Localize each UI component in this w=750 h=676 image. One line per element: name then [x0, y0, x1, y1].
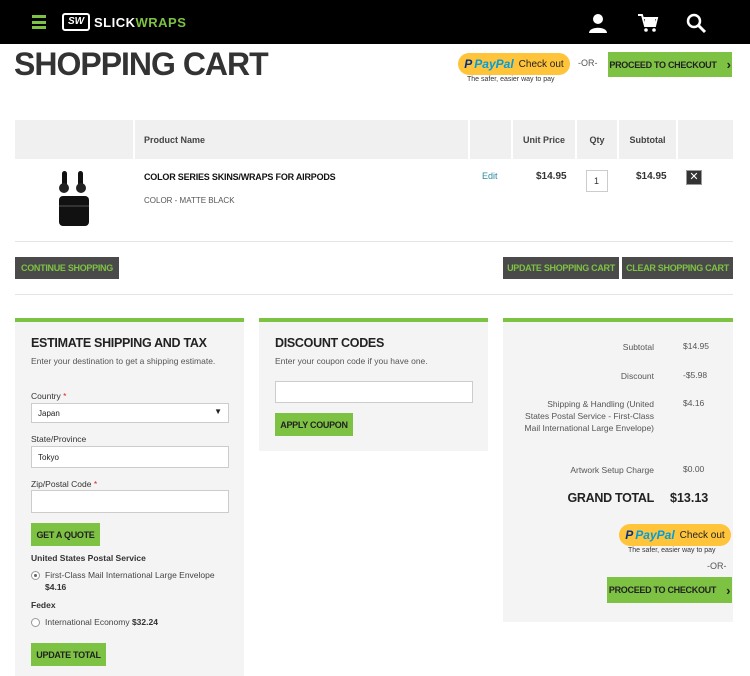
discount-intro: Enter your coupon code if you have one.: [275, 356, 428, 366]
setup-charge-label: Artwork Setup Charge: [570, 465, 654, 475]
country-label: Country *: [31, 391, 67, 401]
edit-item-link[interactable]: Edit: [482, 171, 498, 181]
chevron-right-icon: ›: [726, 57, 731, 72]
page-title: SHOPPING CART: [14, 46, 269, 82]
paypal-logo-icon: P: [464, 57, 473, 71]
shipping-handling-label: Shipping & Handling (United States Posta…: [524, 399, 654, 433]
grand-total-value: $13.13: [670, 491, 709, 505]
search-icon[interactable]: [685, 12, 707, 34]
clear-cart-button[interactable]: CLEAR SHOPPING CART: [622, 257, 733, 279]
product-option: COLOR - MATTE BLACK: [144, 196, 235, 205]
apply-coupon-button[interactable]: APPLY COUPON: [275, 413, 353, 436]
update-total-button[interactable]: UPDATE TOTAL: [31, 643, 106, 666]
dropdown-arrow-icon: ▼: [214, 407, 222, 416]
paypal-logo-icon: P: [625, 528, 634, 542]
logo-badge: SW: [62, 13, 90, 31]
carrier-usps: United States Postal Service: [31, 553, 146, 563]
or-separator: -OR-: [578, 58, 598, 68]
paypal-tagline: The safer, easier way to pay: [467, 76, 555, 83]
carrier-fedex: Fedex: [31, 600, 56, 610]
discount-value: -$5.98: [683, 370, 708, 380]
zip-label: Zip/Postal Code *: [31, 479, 98, 489]
paypal-button-label: Check out: [679, 529, 725, 541]
paypal-button-label: Check out: [518, 58, 564, 70]
discount-panel-title: DISCOUNT CODES: [275, 336, 385, 350]
continue-shopping-button[interactable]: CONTINUE SHOPPING: [15, 257, 119, 279]
table-header-edit: [470, 120, 511, 159]
brand-logo[interactable]: SW SLICKWRAPS: [62, 13, 186, 31]
setup-charge-value: $0.00: [683, 464, 705, 474]
product-thumbnail[interactable]: [53, 170, 95, 230]
row-divider: [15, 241, 733, 242]
chevron-right-icon: ›: [726, 582, 731, 598]
zip-input[interactable]: [31, 490, 229, 513]
logo-text: SLICKWRAPS: [94, 14, 187, 30]
cart-icon[interactable]: [637, 12, 659, 34]
state-label: State/Province: [31, 434, 87, 444]
close-icon: ✕: [689, 171, 699, 183]
country-select[interactable]: Japan ▼: [31, 403, 229, 423]
state-input[interactable]: Tokyo: [31, 446, 229, 468]
get-quote-button[interactable]: GET A QUOTE: [31, 523, 100, 546]
product-name-link[interactable]: COLOR SERIES SKINS/WRAPS FOR AIRPODS: [144, 172, 336, 182]
unit-price: $14.95: [536, 171, 567, 182]
shipping-intro: Enter your destination to get a shipping…: [31, 356, 216, 366]
shipping-panel-title: ESTIMATE SHIPPING AND TAX: [31, 336, 207, 350]
remove-item-button[interactable]: ✕: [686, 170, 702, 185]
top-nav-bar: SW SLICKWRAPS: [0, 0, 750, 44]
paypal-checkout-button[interactable]: P PayPal Check out: [458, 53, 570, 75]
proceed-to-checkout-button[interactable]: PROCEED TO CHECKOUT ›: [608, 52, 732, 77]
table-header-remove: [678, 120, 733, 159]
coupon-input[interactable]: [275, 381, 473, 403]
row-subtotal: $14.95: [636, 171, 667, 182]
fedex-rate-label[interactable]: International Economy $32.24: [45, 616, 158, 628]
paypal-tagline-bottom: The safer, easier way to pay: [628, 547, 716, 554]
usps-rate-radio[interactable]: [31, 571, 40, 580]
fedex-rate-radio[interactable]: [31, 618, 40, 627]
subtotal-value: $14.95: [683, 341, 709, 351]
quantity-input[interactable]: 1: [586, 170, 608, 192]
or-separator-bottom: -OR-: [707, 561, 727, 571]
shipping-handling-value: $4.16: [683, 398, 705, 408]
paypal-checkout-button-bottom[interactable]: P PayPal Check out: [619, 524, 731, 546]
proceed-to-checkout-button-bottom[interactable]: PROCEED TO CHECKOUT ›: [607, 577, 732, 603]
menu-icon[interactable]: [32, 15, 46, 29]
user-icon[interactable]: [587, 12, 609, 34]
update-cart-button[interactable]: UPDATE SHOPPING CART: [503, 257, 619, 279]
table-header-qty: Qty: [577, 120, 617, 159]
table-header-unit-price: Unit Price: [513, 120, 575, 159]
table-header-image: [15, 120, 133, 159]
section-divider: [15, 294, 733, 295]
table-header-subtotal: Subtotal: [619, 120, 676, 159]
grand-total-label: GRAND TOTAL: [567, 491, 654, 505]
table-header-product: Product Name: [135, 120, 468, 159]
discount-label: Discount: [620, 371, 654, 381]
usps-rate-label[interactable]: First-Class Mail International Large Env…: [45, 569, 225, 593]
subtotal-label: Subtotal: [622, 342, 654, 352]
